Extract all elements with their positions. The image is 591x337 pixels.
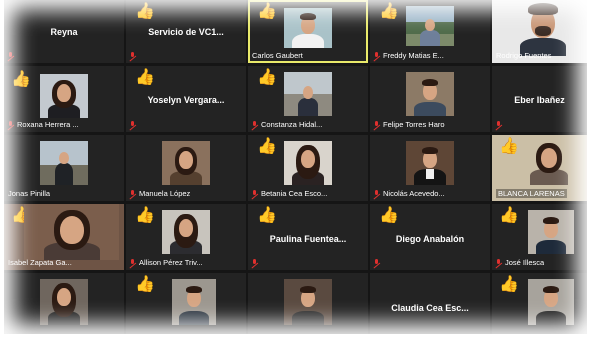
participant-name: Carlos Gaubert	[252, 51, 303, 60]
participant-name: Rodrigo Fuentes	[496, 51, 552, 60]
participant-name-large: Servicio de VC1...	[148, 27, 224, 37]
muted-mic-icon	[496, 121, 502, 129]
participant-name-large: Diego Anabalón	[395, 234, 465, 244]
participant-tile[interactable]: 👍 Isabel Zapata Ga...	[4, 204, 124, 270]
muted-mic-icon	[374, 121, 380, 129]
participant-video	[284, 141, 332, 185]
participant-name: Nicolás Acevedo...	[383, 189, 445, 198]
participant-video	[406, 6, 454, 46]
participant-name: Roxana Herrera ...	[17, 120, 79, 129]
participant-tile[interactable]: Rodrigo Fuentes	[492, 0, 587, 63]
thumbs-up-icon: 👍	[379, 3, 399, 20]
participant-video	[406, 141, 454, 185]
thumbs-up-icon: 👍	[499, 276, 519, 293]
thumbs-up-icon: 👍	[499, 207, 519, 224]
participant-tile[interactable]: 👍 Diego Anabalón	[370, 204, 490, 270]
participant-name-large: Yoselyn Vergara...	[147, 95, 225, 105]
muted-mic-icon	[374, 52, 380, 60]
participant-name: José Illesca	[505, 258, 545, 267]
muted-mic-icon	[130, 121, 136, 129]
participant-tile[interactable]: 👍 Servicio de VC1...	[126, 0, 246, 63]
participant-tile[interactable]: 👍 Yoselyn Vergara...	[126, 66, 246, 132]
participant-name-large: Reyna	[50, 27, 78, 37]
participant-name: Felipe Torres Haro	[383, 120, 445, 129]
participant-tile-active-speaker[interactable]: 👍 Carlos Gaubert	[248, 0, 368, 63]
muted-mic-icon	[252, 259, 258, 267]
participant-video	[284, 72, 332, 116]
participant-tile[interactable]: 👍 Betania Cea Esco...	[248, 135, 368, 201]
participant-tile[interactable]: 👍 Allison Pérez Triv...	[126, 204, 246, 270]
participant-video	[406, 72, 454, 116]
participant-video	[528, 279, 574, 325]
muted-mic-icon	[130, 259, 136, 267]
muted-mic-icon	[252, 190, 258, 198]
thumbs-up-icon: 👍	[257, 138, 277, 155]
participant-video	[40, 141, 88, 185]
participant-name: Betania Cea Esco...	[261, 189, 328, 198]
participant-video	[40, 279, 88, 325]
muted-mic-icon	[8, 121, 14, 129]
participant-name: Constanza Hidal...	[261, 120, 323, 129]
muted-mic-icon	[130, 52, 136, 60]
participant-video	[40, 74, 88, 118]
participant-name-large: Paulina Fuentea...	[269, 234, 347, 244]
participant-tile[interactable]	[4, 273, 124, 334]
participant-tile[interactable]	[248, 273, 368, 334]
muted-mic-icon	[8, 52, 14, 60]
participant-tile[interactable]: Claudia Cea Esc...	[370, 273, 490, 334]
participant-name: Manuela López	[139, 189, 191, 198]
participant-name-large: Claudia Cea Esc...	[391, 303, 469, 313]
thumbs-up-icon: 👍	[257, 69, 277, 86]
participant-tile[interactable]: 👍	[126, 273, 246, 334]
participant-tile[interactable]: Reyna	[4, 0, 124, 63]
participant-tile[interactable]: 👍 Constanza Hidal...	[248, 66, 368, 132]
thumbs-up-icon: 👍	[135, 276, 155, 293]
participant-tile[interactable]: 👍 Roxana Herrera ...	[4, 66, 124, 132]
participant-tile[interactable]: Manuela López	[126, 135, 246, 201]
participant-name: BLANCA LARENAS	[496, 189, 567, 198]
participant-name: Isabel Zapata Ga...	[8, 258, 72, 267]
participant-tile[interactable]: Eber Ibañez	[492, 66, 587, 132]
thumbs-up-icon: 👍	[135, 3, 155, 20]
participant-name: Jonas Pinilla	[8, 189, 51, 198]
participant-video	[528, 210, 574, 254]
participant-video	[522, 139, 577, 185]
participant-name-large: Eber Ibañez	[514, 95, 565, 105]
thumbs-up-icon: 👍	[135, 207, 155, 224]
participant-tile[interactable]: 👍	[492, 273, 587, 334]
thumbs-up-icon: 👍	[257, 207, 277, 224]
participant-tile[interactable]: 👍 Paulina Fuentea...	[248, 204, 368, 270]
muted-mic-icon	[374, 259, 380, 267]
participant-tile[interactable]: 👍 Freddy Matias E...	[370, 0, 490, 63]
participant-tile[interactable]: Jonas Pinilla	[4, 135, 124, 201]
thumbs-up-icon: 👍	[135, 69, 155, 86]
participant-tile[interactable]: Nicolás Acevedo...	[370, 135, 490, 201]
participant-video	[172, 279, 216, 325]
video-gallery: Reyna 👍 Servicio de VC1... 👍 Carlos Gaub…	[4, 0, 587, 334]
participant-video	[284, 279, 332, 325]
thumbs-up-icon: 👍	[499, 138, 519, 155]
participant-video	[162, 210, 210, 254]
participant-video	[514, 0, 572, 56]
participant-tile[interactable]: 👍 José Illesca	[492, 204, 587, 270]
participant-tile[interactable]: 👍 BLANCA LARENAS	[492, 135, 587, 201]
muted-mic-icon	[496, 259, 502, 267]
participant-video	[284, 8, 332, 48]
participant-tile[interactable]: Felipe Torres Haro	[370, 66, 490, 132]
thumbs-up-icon: 👍	[11, 71, 31, 88]
muted-mic-icon	[252, 121, 258, 129]
participant-video	[24, 204, 119, 260]
participant-video	[162, 141, 210, 185]
thumbs-up-icon: 👍	[379, 207, 399, 224]
participant-name: Freddy Matias E...	[383, 51, 444, 60]
muted-mic-icon	[374, 190, 380, 198]
participant-name: Allison Pérez Triv...	[139, 258, 203, 267]
muted-mic-icon	[130, 190, 136, 198]
thumbs-up-icon: 👍	[257, 3, 277, 20]
